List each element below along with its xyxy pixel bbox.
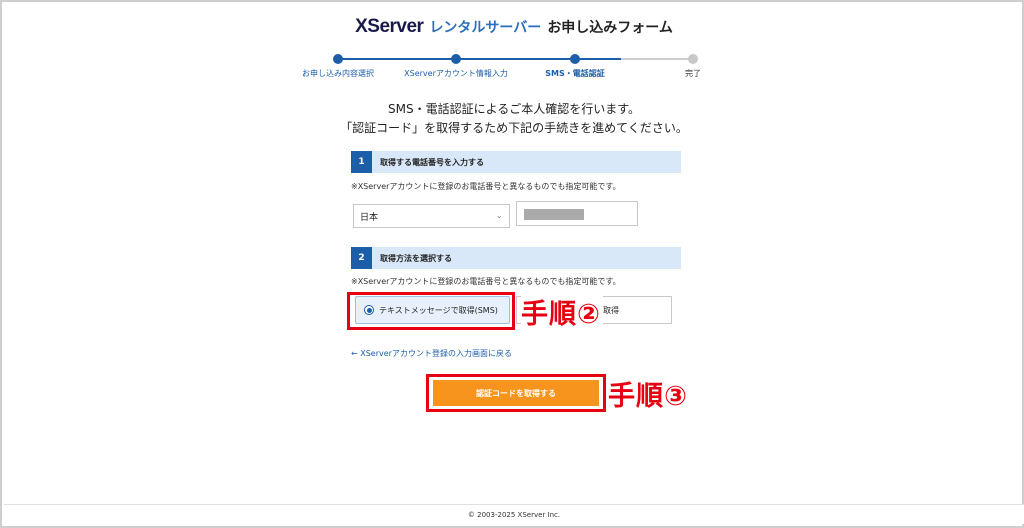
step-dot-4: [688, 54, 698, 64]
redacted-phone-number: [524, 209, 584, 220]
step-dot-2: [451, 54, 461, 64]
copyright-text: © 2003-2025 XServer Inc.: [467, 510, 561, 519]
phone-number-input[interactable]: [516, 201, 638, 226]
progress-steps: お申し込み内容選択 XServerアカウント情報入力 SMS・電話認証 完了: [2, 54, 1024, 84]
step-dot-3: [570, 54, 580, 64]
progress-line-pending: [621, 58, 693, 60]
back-to-account-link[interactable]: ← XServerアカウント登録の入力画面に戻る: [351, 348, 512, 359]
section-1-note: ※XServerアカウントに登録のお電話番号と異なるものでも指定可能です。: [351, 182, 621, 191]
section-1-number: 1: [351, 151, 372, 173]
section-1-header: 1 取得する電話番号を入力する: [351, 151, 681, 173]
step-label-4: 完了: [685, 69, 701, 78]
chevron-down-icon: ⌄: [495, 211, 503, 221]
page-frame: XServer レンタルサーバー お申し込みフォーム お申し込み内容選択 XSe…: [0, 0, 1024, 528]
site-header: XServer レンタルサーバー お申し込みフォーム: [2, 16, 1024, 38]
annotation-label-step-2: 手順②: [521, 292, 603, 331]
step-label-1: お申し込み内容選択: [302, 69, 374, 78]
section-2-header: 2 取得方法を選択する: [351, 247, 681, 269]
section-2-number: 2: [351, 247, 372, 269]
step-label-2: XServerアカウント情報入力: [404, 69, 508, 78]
intro-line-2: 「認証コード」を取得するため下記の手続きを進めてください。: [340, 121, 688, 135]
country-select-value: 日本: [360, 212, 379, 223]
step-dot-1: [333, 54, 343, 64]
section-2-note: ※XServerアカウントに登録のお電話番号と異なるものでも指定可能です。: [351, 277, 621, 286]
section-1-title: 取得する電話番号を入力する: [380, 157, 484, 167]
annotation-box-step-2: [347, 292, 515, 330]
intro-line-1: SMS・電話認証によるご本人確認を行います。: [387, 102, 641, 116]
annotation-label-step-3: 手順③: [608, 381, 688, 412]
section-2-title: 取得方法を選択する: [380, 253, 452, 263]
intro-text: SMS・電話認証によるご本人確認を行います。 「認証コード」を取得するため下記の…: [2, 100, 1024, 138]
xserver-logo: XServer: [355, 16, 424, 37]
site-footer: © 2003-2025 XServer Inc.: [4, 504, 1024, 524]
get-verification-code-button[interactable]: 認証コードを取得する: [433, 380, 599, 406]
product-name: レンタルサーバー: [429, 20, 542, 36]
step-label-3: SMS・電話認証: [545, 69, 605, 78]
form-title: お申し込みフォーム: [547, 20, 673, 36]
country-select[interactable]: 日本 ⌄: [353, 204, 510, 228]
